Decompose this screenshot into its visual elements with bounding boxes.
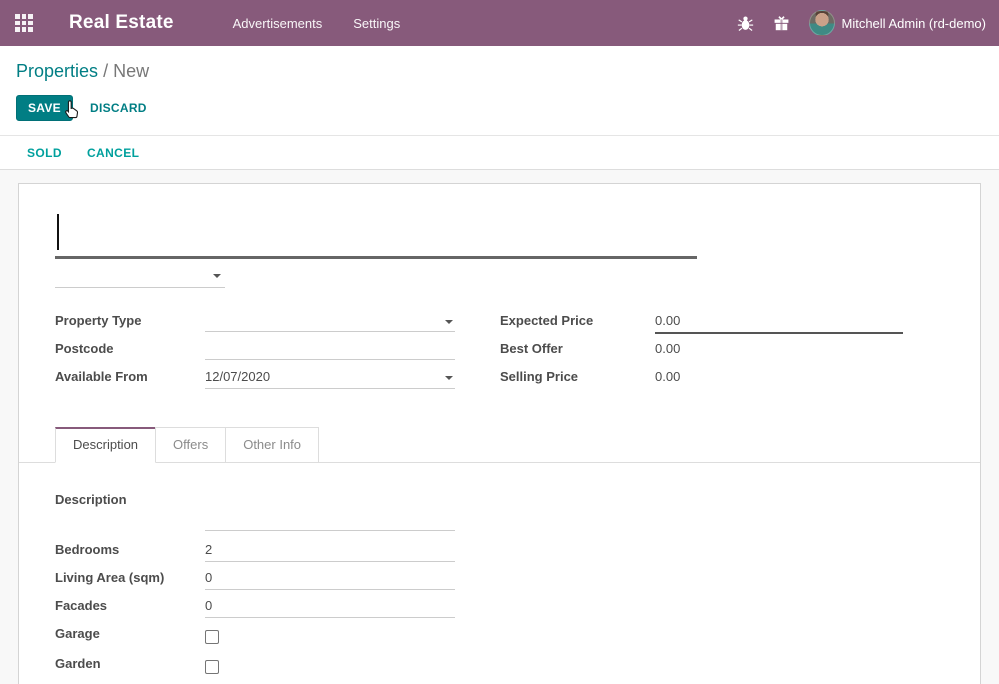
chevron-down-icon xyxy=(213,274,221,278)
field-row-available-from: Available From 12/07/2020 xyxy=(55,366,455,394)
chevron-down-icon xyxy=(445,320,453,324)
breadcrumb-properties-link[interactable]: Properties xyxy=(16,61,98,81)
tab-header: Description Offers Other Info xyxy=(19,427,980,463)
best-offer-label: Best Offer xyxy=(500,338,655,356)
odoo-real-estate-app: Real Estate Advertisements Settings xyxy=(0,0,999,684)
expected-price-input[interactable]: 0.00 xyxy=(655,310,903,334)
action-buttons-row: SAVE DISCARD xyxy=(16,95,983,135)
living-area-label: Living Area (sqm) xyxy=(55,567,205,585)
field-row-best-offer: Best Offer 0.00 xyxy=(500,338,903,366)
user-avatar xyxy=(809,10,835,36)
app-brand[interactable]: Real Estate xyxy=(69,12,174,34)
field-row-bedrooms: Bedrooms 2 xyxy=(55,539,455,567)
menu-advertisements[interactable]: Advertisements xyxy=(231,1,325,46)
garage-checkbox[interactable] xyxy=(205,630,219,644)
top-navbar: Real Estate Advertisements Settings xyxy=(0,0,999,46)
description-label: Description xyxy=(55,489,205,507)
bug-icon[interactable] xyxy=(737,15,754,32)
field-row-garage: Garage xyxy=(55,623,455,653)
tab-offers[interactable]: Offers xyxy=(155,427,226,462)
notebook: Description Offers Other Info Descriptio… xyxy=(19,427,980,684)
garage-label: Garage xyxy=(55,623,205,641)
field-row-description: Description xyxy=(55,489,944,531)
field-group-left: Property Type Postcode Available Fr xyxy=(55,310,455,394)
field-row-garden: Garden xyxy=(55,653,455,683)
tab-other-info[interactable]: Other Info xyxy=(225,427,319,462)
postcode-input[interactable] xyxy=(205,338,455,360)
apps-menu-icon[interactable] xyxy=(15,14,33,32)
field-row-living-area: Living Area (sqm) 0 xyxy=(55,567,455,595)
garden-label: Garden xyxy=(55,653,205,671)
facades-input[interactable]: 0 xyxy=(205,595,455,618)
breadcrumb: Properties / New xyxy=(16,59,983,83)
cancel-button[interactable]: CANCEL xyxy=(87,146,139,160)
bedrooms-label: Bedrooms xyxy=(55,539,205,557)
user-name: Mitchell Admin (rd-demo) xyxy=(842,16,987,31)
selling-price-label: Selling Price xyxy=(500,366,655,384)
available-from-label: Available From xyxy=(55,366,205,384)
text-cursor xyxy=(57,214,59,250)
field-row-expected-price: Expected Price 0.00 xyxy=(500,310,903,338)
facades-label: Facades xyxy=(55,595,205,613)
tab-content-description: Description Bedrooms 2 xyxy=(19,463,980,684)
field-row-postcode: Postcode xyxy=(55,338,455,366)
property-name-input[interactable] xyxy=(55,212,697,259)
garage-checkbox-cell xyxy=(205,623,455,653)
control-panel: Properties / New SAVE DISCARD xyxy=(0,46,999,135)
bedrooms-input[interactable]: 2 xyxy=(205,539,455,562)
form-view: Property Type Postcode Available Fr xyxy=(0,170,999,684)
living-area-input[interactable]: 0 xyxy=(205,567,455,590)
tags-input[interactable] xyxy=(55,260,225,288)
property-type-select[interactable] xyxy=(205,310,455,332)
expected-price-label: Expected Price xyxy=(500,310,655,328)
tab-description[interactable]: Description xyxy=(55,427,156,463)
garden-checkbox[interactable] xyxy=(205,660,219,674)
field-row-facades: Facades 0 xyxy=(55,595,455,623)
best-offer-value: 0.00 xyxy=(655,338,903,360)
menu-settings[interactable]: Settings xyxy=(351,1,402,46)
field-group-right: Expected Price 0.00 Best Offer 0.00 Sell… xyxy=(500,310,903,394)
user-menu[interactable]: Mitchell Admin (rd-demo) xyxy=(809,10,987,36)
statusbar: SOLD CANCEL xyxy=(0,135,999,170)
discard-button[interactable]: DISCARD xyxy=(90,101,147,115)
selling-price-value: 0.00 xyxy=(655,366,903,388)
description-textarea[interactable] xyxy=(205,489,455,531)
field-row-selling-price: Selling Price 0.00 xyxy=(500,366,903,394)
breadcrumb-current: New xyxy=(113,61,149,81)
field-group: Property Type Postcode Available Fr xyxy=(55,310,944,394)
sold-button[interactable]: SOLD xyxy=(27,146,62,160)
save-button[interactable]: SAVE xyxy=(16,95,73,121)
field-row-property-type: Property Type xyxy=(55,310,455,338)
available-from-date-input[interactable]: 12/07/2020 xyxy=(205,366,455,389)
property-type-label: Property Type xyxy=(55,310,205,328)
chevron-down-icon xyxy=(445,376,453,380)
main-menu: Advertisements Settings xyxy=(231,1,403,46)
form-sheet: Property Type Postcode Available Fr xyxy=(18,183,981,684)
postcode-label: Postcode xyxy=(55,338,205,356)
navbar-right: Mitchell Admin (rd-demo) xyxy=(737,10,987,36)
garden-checkbox-cell xyxy=(205,653,455,683)
description-fields: Bedrooms 2 Living Area (sqm) 0 xyxy=(55,539,455,684)
breadcrumb-separator: / xyxy=(103,61,108,81)
gift-icon[interactable] xyxy=(773,15,790,32)
